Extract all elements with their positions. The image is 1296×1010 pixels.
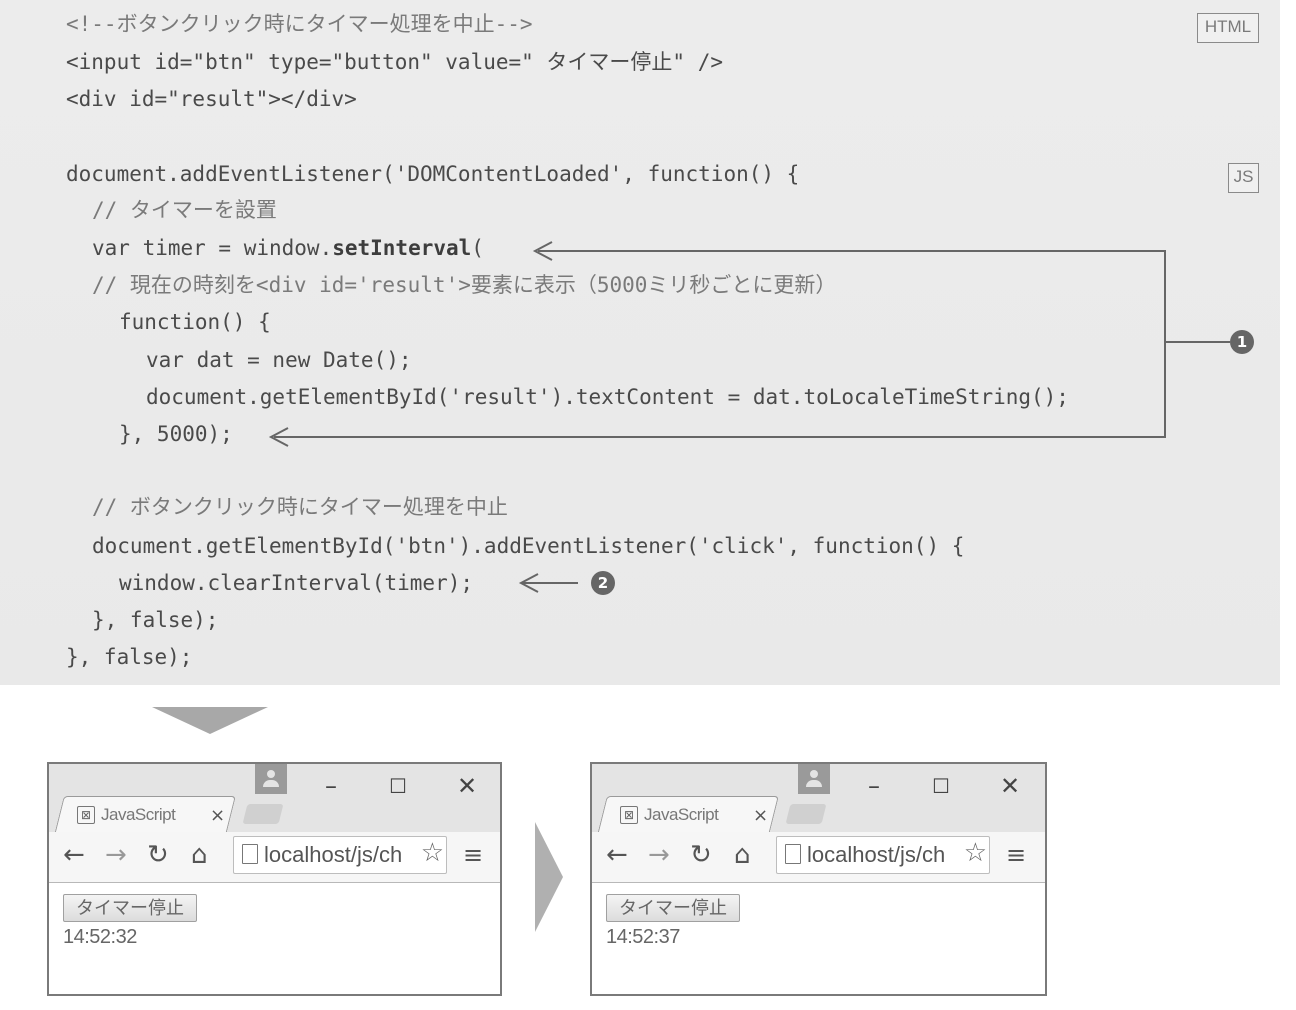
code-line-clear-interval: window.clearInterval(timer); — [119, 571, 474, 595]
stop-timer-button[interactable]: タイマー停止 — [606, 894, 740, 922]
right-arrow-icon — [535, 822, 563, 932]
down-arrow-icon — [152, 707, 268, 734]
new-tab-button[interactable] — [242, 804, 284, 824]
result-time: 14:52:37 — [606, 926, 680, 948]
home-icon[interactable]: ⌂ — [734, 838, 751, 872]
maximize-icon[interactable]: ☐ — [389, 772, 407, 800]
browser-window-after: – ☐ ✕ ⊠ JavaScript × ← → ↻ ⌂ localhost/j… — [590, 762, 1047, 996]
tab-title: JavaScript — [101, 805, 176, 824]
page-icon — [242, 844, 258, 864]
code-line-comment-set-timer: // タイマーを設置 — [92, 198, 277, 222]
code-var-timer: var timer = window. — [92, 236, 333, 260]
tab-content: ⊠ JavaScript × — [77, 798, 225, 832]
favicon-icon: ⊠ — [620, 806, 638, 824]
code-line-comment-stop: // ボタンクリック時にタイマー処理を中止 — [92, 495, 508, 519]
forward-icon[interactable]: → — [105, 838, 127, 872]
menu-icon[interactable]: ≡ — [1006, 840, 1026, 870]
back-icon[interactable]: ← — [606, 838, 628, 872]
code-line-comment-display: // 現在の時刻を<div id='result'>要素に表示（5000ミリ秒ご… — [92, 273, 837, 297]
reload-icon[interactable]: ↻ — [147, 838, 169, 872]
profile-icon[interactable] — [798, 764, 830, 794]
reload-icon[interactable]: ↻ — [690, 838, 712, 872]
home-icon[interactable]: ⌂ — [191, 838, 208, 872]
profile-icon[interactable] — [255, 764, 287, 794]
code-line-close-dom: }, false); — [66, 645, 193, 669]
html-badge: HTML — [1197, 13, 1259, 43]
code-line-add-listener: document.addEventListener('DOMContentLoa… — [66, 162, 800, 186]
tab-close-icon[interactable]: × — [753, 805, 768, 826]
address-bar[interactable]: localhost/js/ch ☆ — [233, 836, 447, 874]
tab-close-icon[interactable]: × — [210, 805, 225, 826]
maximize-icon[interactable]: ☐ — [932, 772, 950, 800]
browser-toolbar: ← → ↻ ⌂ localhost/js/ch ☆ ≡ — [592, 832, 1045, 883]
marker-one-badge: 1 — [1230, 330, 1254, 354]
back-icon[interactable]: ← — [63, 838, 85, 872]
menu-icon[interactable]: ≡ — [463, 840, 483, 870]
js-badge: JS — [1228, 163, 1259, 193]
star-icon[interactable]: ☆ — [963, 838, 987, 868]
code-line-close-interval: }, 5000); — [119, 422, 233, 446]
code-line-text-content: document.getElementById('result').textCo… — [146, 385, 1069, 409]
code-line-input: <input id="btn" type="button" value=" タイ… — [66, 50, 724, 74]
code-listing: <!--ボタンクリック時にタイマー処理を中止--> <input id="btn… — [0, 0, 1280, 685]
code-line-html-comment: <!--ボタンクリック時にタイマー処理を中止--> — [66, 12, 533, 36]
result-time: 14:52:32 — [63, 926, 137, 948]
browser-toolbar: ← → ↻ ⌂ localhost/js/ch ☆ ≡ — [49, 832, 500, 883]
url-text: localhost/js/ch — [807, 842, 946, 867]
tab-content: ⊠ JavaScript × — [620, 798, 768, 832]
browser-window-before: – ☐ ✕ ⊠ JavaScript × ← → ↻ ⌂ localhost/j… — [47, 762, 502, 996]
code-line-var-dat: var dat = new Date(); — [146, 348, 412, 372]
browser-titlebar: – ☐ ✕ ⊠ JavaScript × — [49, 764, 500, 835]
url-text: localhost/js/ch — [264, 842, 403, 867]
code-line-div: <div id="result"></div> — [66, 87, 357, 111]
minimize-icon[interactable]: – — [868, 772, 880, 800]
forward-icon[interactable]: → — [648, 838, 670, 872]
close-window-icon[interactable]: ✕ — [1000, 772, 1020, 800]
close-window-icon[interactable]: ✕ — [457, 772, 477, 800]
code-set-interval-keyword: setInterval — [332, 236, 472, 260]
address-bar[interactable]: localhost/js/ch ☆ — [776, 836, 990, 874]
stop-timer-button[interactable]: タイマー停止 — [63, 894, 197, 922]
code-line-btn-listener: document.getElementById('btn').addEventL… — [92, 534, 965, 558]
new-tab-button[interactable] — [785, 804, 827, 824]
marker-two-badge: 2 — [591, 571, 615, 595]
tab-title: JavaScript — [644, 805, 719, 824]
code-open-paren: ( — [471, 236, 484, 260]
browser-titlebar: – ☐ ✕ ⊠ JavaScript × — [592, 764, 1045, 835]
code-line-set-interval: var timer = window.setInterval( — [92, 234, 484, 262]
code-line-function: function() { — [119, 310, 271, 334]
code-line-close-click: }, false); — [92, 608, 219, 632]
minimize-icon[interactable]: – — [325, 772, 337, 800]
star-icon[interactable]: ☆ — [420, 838, 444, 868]
favicon-icon: ⊠ — [77, 806, 95, 824]
page-icon — [785, 844, 801, 864]
